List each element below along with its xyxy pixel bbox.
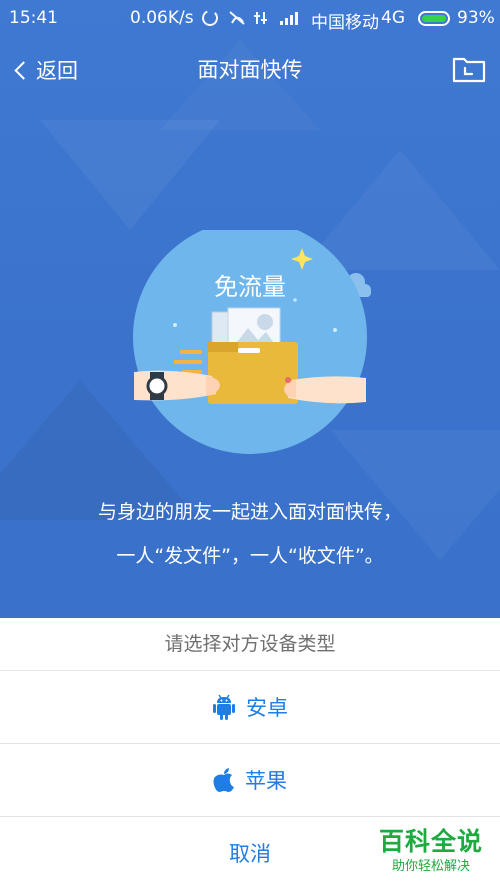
android-option-label: 安卓 <box>246 696 288 720</box>
apple-icon <box>213 768 234 792</box>
status-indicator-icons <box>202 10 298 26</box>
chevron-left-icon <box>14 60 33 80</box>
apple-option-button[interactable]: 苹果 <box>0 744 500 817</box>
transfer-illustration <box>120 220 380 460</box>
status-bar: 15:41 0.06K/s 中国移动 4G 93% <box>0 0 500 36</box>
android-icon <box>213 694 235 720</box>
bg-triangle <box>40 120 220 230</box>
folder-clock-icon <box>452 57 486 83</box>
android-option-button[interactable]: 安卓 <box>0 671 500 744</box>
folder-history-button[interactable] <box>452 55 486 83</box>
sheet-title: 请选择对方设备类型 <box>0 618 500 671</box>
status-carrier: 中国移动 <box>311 13 379 33</box>
back-button[interactable]: 返回 <box>12 54 78 86</box>
description-line-1: 与身边的朋友一起进入面对面快传， <box>97 501 402 523</box>
watermark-subtitle: 助你轻松解决 <box>391 859 470 874</box>
free-data-label: 免流量 <box>214 273 286 301</box>
status-time: 15:41 <box>9 8 58 28</box>
cancel-label: 取消 <box>229 842 271 866</box>
back-label: 返回 <box>36 59 78 83</box>
free-data-illustration-icon <box>133 220 371 454</box>
watermark-title: 百科全说 <box>378 827 483 856</box>
status-icons <box>200 8 304 32</box>
watermark: 百科全说 助你轻松解决 <box>370 826 492 882</box>
status-speed: 0.06K/s <box>130 8 194 28</box>
status-network: 4G <box>381 8 405 28</box>
status-battery: 93% <box>457 8 495 28</box>
apple-option-label: 苹果 <box>245 769 287 793</box>
battery-icon <box>418 11 450 26</box>
description: 与身边的朋友一起进入面对面快传， 一人“发文件”，一人“收文件”。 <box>0 490 500 578</box>
description-line-2: 一人“发文件”，一人“收文件”。 <box>116 545 384 567</box>
